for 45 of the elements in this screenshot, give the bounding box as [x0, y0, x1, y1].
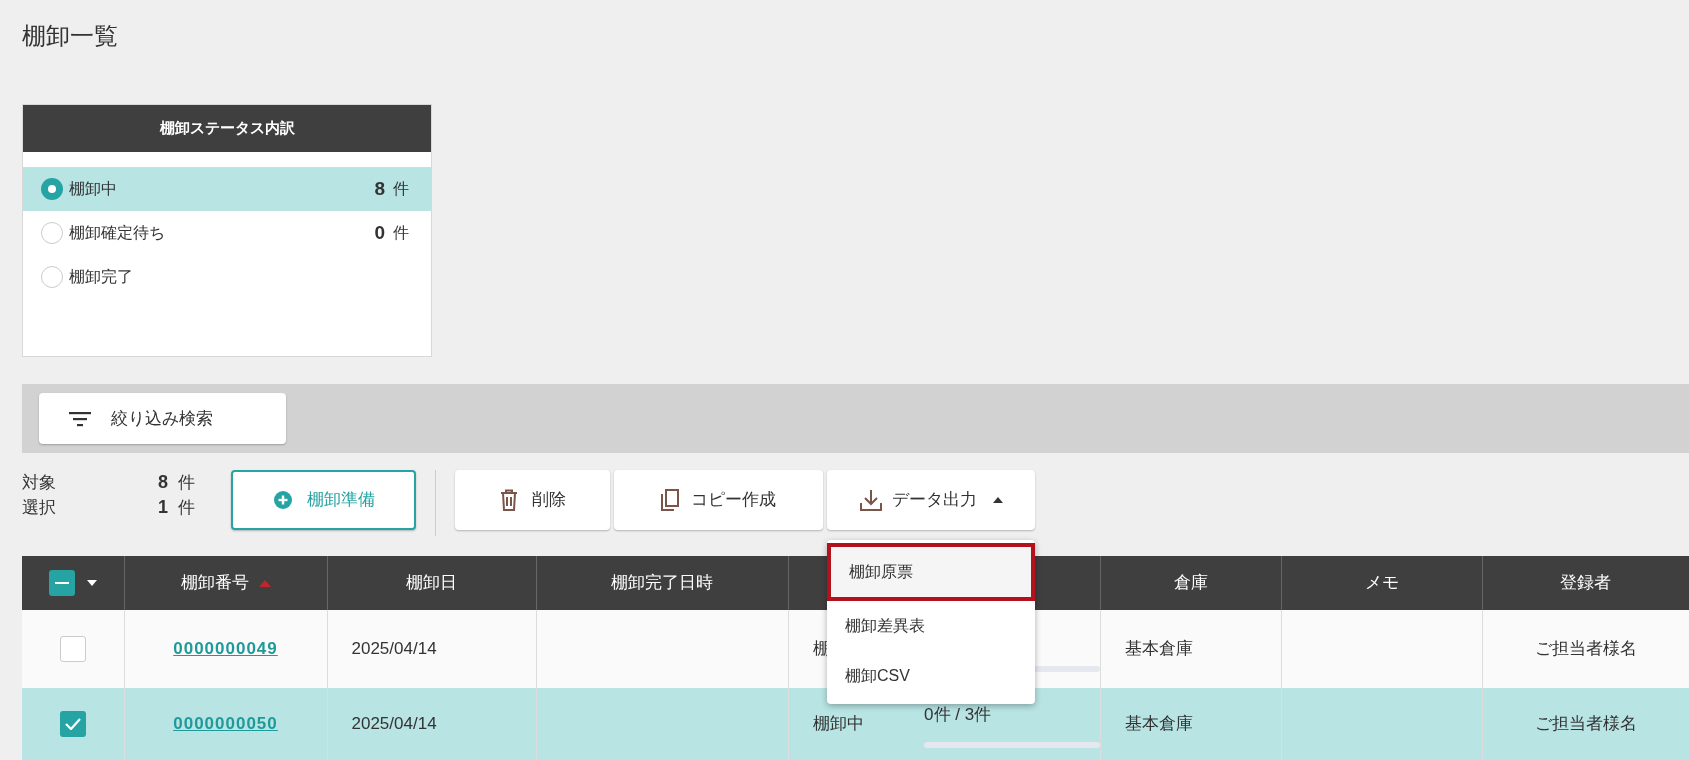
radio-button[interactable] — [41, 266, 63, 288]
export-button[interactable]: データ出力 — [827, 470, 1035, 530]
page-title: 棚卸一覧 — [22, 21, 119, 51]
table-cell: ご担当者様名 — [1482, 610, 1689, 688]
column-label: 棚卸番号 — [180, 572, 249, 595]
table-row[interactable]: 0000000050 2025/04/14 棚卸中 0件 / 3件 基本倉庫 ご担当者様名 — [22, 688, 1689, 760]
summary-count: 8 — [158, 471, 168, 494]
menu-item[interactable]: 棚卸差異表 — [827, 601, 1035, 651]
copy-icon — [661, 489, 679, 511]
progress-text: 0件 / 3件 — [924, 704, 992, 727]
summary-label: 選択 — [22, 497, 57, 519]
summary-count: 1 — [158, 496, 168, 519]
menu-item[interactable]: 棚卸原票 — [827, 543, 1035, 601]
plus-circle-icon — [272, 490, 293, 510]
delete-button[interactable]: 削除 — [455, 470, 610, 530]
status-label: 棚卸完了 — [69, 267, 134, 287]
count-unit: 件 — [393, 179, 409, 199]
download-icon — [859, 489, 882, 511]
status-label: 棚卸確定待ち — [69, 223, 166, 243]
select-all-checkbox[interactable] — [48, 570, 75, 596]
status-option[interactable]: 棚卸確定待ち 0 件 — [23, 211, 431, 255]
copy-button[interactable]: コピー作成 — [614, 470, 823, 530]
trash-icon — [499, 489, 518, 511]
status-count: 0 — [374, 220, 385, 245]
table-cell: 基本倉庫 — [1100, 688, 1281, 760]
status-option[interactable]: 棚卸完了 — [23, 255, 431, 299]
count-unit: 件 — [178, 472, 195, 494]
table-cell: ご担当者様名 — [1482, 688, 1689, 760]
status-count: 8 — [374, 176, 385, 201]
status-label: 棚卸中 — [69, 179, 118, 199]
status-text: 棚卸中 — [812, 713, 865, 736]
row-checkbox[interactable] — [59, 711, 86, 737]
table-cell: 2025/04/14 — [327, 688, 536, 760]
panel-header: 棚卸ステータス内訳 — [23, 105, 431, 152]
radio-button[interactable] — [41, 222, 63, 244]
summary-label: 対象 — [22, 472, 57, 494]
filter-button[interactable]: 絞り込み検索 — [39, 393, 286, 444]
row-checkbox[interactable] — [59, 636, 86, 662]
count-unit: 件 — [393, 223, 409, 243]
filter-icon — [69, 410, 91, 427]
status-option[interactable]: 棚卸中 8 件 — [23, 167, 431, 211]
check-icon — [64, 718, 81, 730]
count-unit: 件 — [178, 497, 195, 519]
caret-icon — [86, 580, 97, 586]
radio-button[interactable] — [41, 178, 63, 200]
